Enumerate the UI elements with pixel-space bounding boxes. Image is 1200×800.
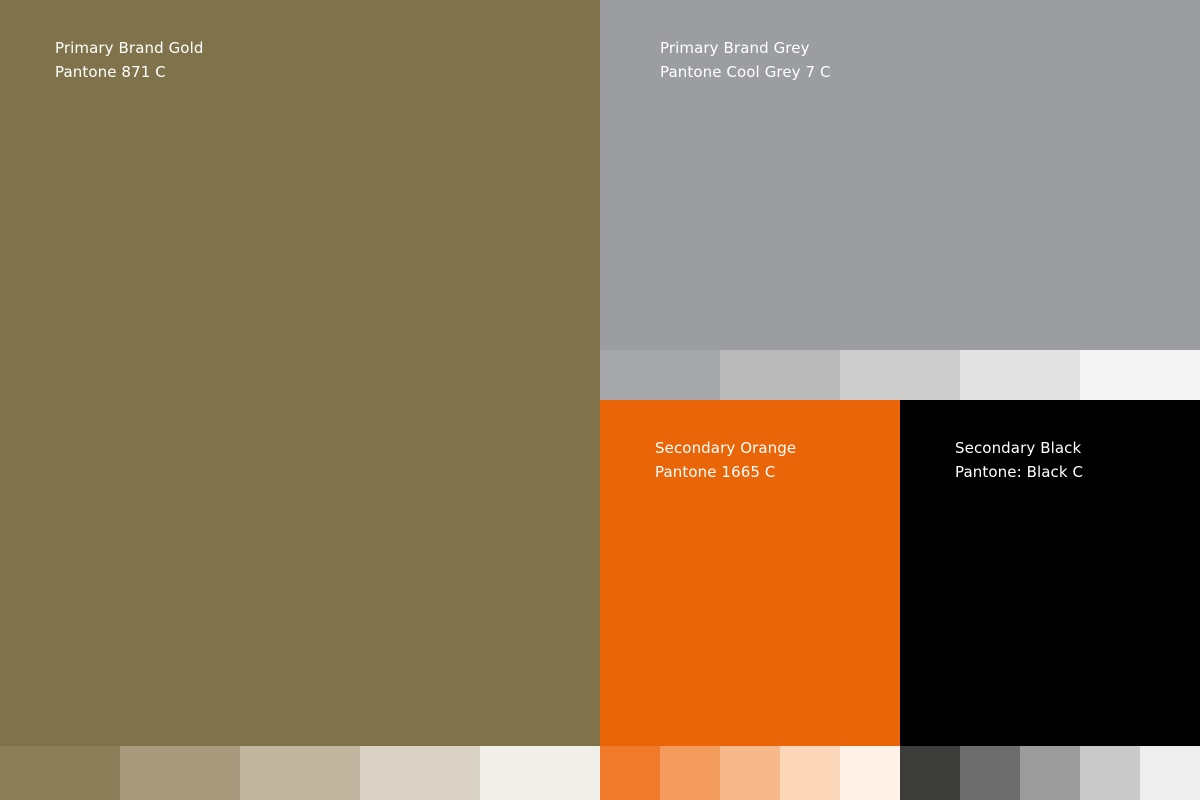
black-tint-5 xyxy=(1140,746,1200,800)
grey-tint-2 xyxy=(720,350,840,400)
orange-name: Secondary Orange xyxy=(655,439,797,457)
grey-tint-strip xyxy=(600,350,1200,400)
gold-tint-strip xyxy=(0,746,600,800)
black-tint-3 xyxy=(1020,746,1080,800)
black-tint-4 xyxy=(1080,746,1140,800)
grey-pantone: Pantone Cool Grey 7 C xyxy=(660,63,831,81)
gold-tint-1 xyxy=(0,746,120,800)
grey-name: Primary Brand Grey xyxy=(660,39,810,57)
secondary-black-label: Secondary Black Pantone: Black C xyxy=(955,436,1083,484)
gold-tint-3 xyxy=(240,746,360,800)
gold-tint-5 xyxy=(480,746,600,800)
grey-tint-5 xyxy=(1080,350,1200,400)
primary-brand-gold-swatch xyxy=(0,0,600,746)
black-name: Secondary Black xyxy=(955,439,1082,457)
black-tint-strip xyxy=(900,746,1200,800)
primary-brand-gold-label: Primary Brand Gold Pantone 871 C xyxy=(55,36,203,84)
secondary-orange-label: Secondary Orange Pantone 1665 C xyxy=(655,436,796,484)
grey-tint-3 xyxy=(840,350,960,400)
grey-tint-4 xyxy=(960,350,1080,400)
black-pantone: Pantone: Black C xyxy=(955,463,1084,481)
orange-tint-5 xyxy=(840,746,900,800)
gold-tint-2 xyxy=(120,746,240,800)
gold-name: Primary Brand Gold xyxy=(55,39,204,57)
gold-tint-4 xyxy=(360,746,480,800)
grey-tint-1 xyxy=(600,350,720,400)
black-tint-2 xyxy=(960,746,1020,800)
orange-tint-3 xyxy=(720,746,780,800)
primary-brand-grey-label: Primary Brand Grey Pantone Cool Grey 7 C xyxy=(660,36,831,84)
orange-tint-4 xyxy=(780,746,840,800)
gold-pantone: Pantone 871 C xyxy=(55,63,166,81)
orange-tint-2 xyxy=(660,746,720,800)
orange-tint-1 xyxy=(600,746,660,800)
black-tint-1 xyxy=(900,746,960,800)
orange-tint-strip xyxy=(600,746,900,800)
orange-pantone: Pantone 1665 C xyxy=(655,463,776,481)
